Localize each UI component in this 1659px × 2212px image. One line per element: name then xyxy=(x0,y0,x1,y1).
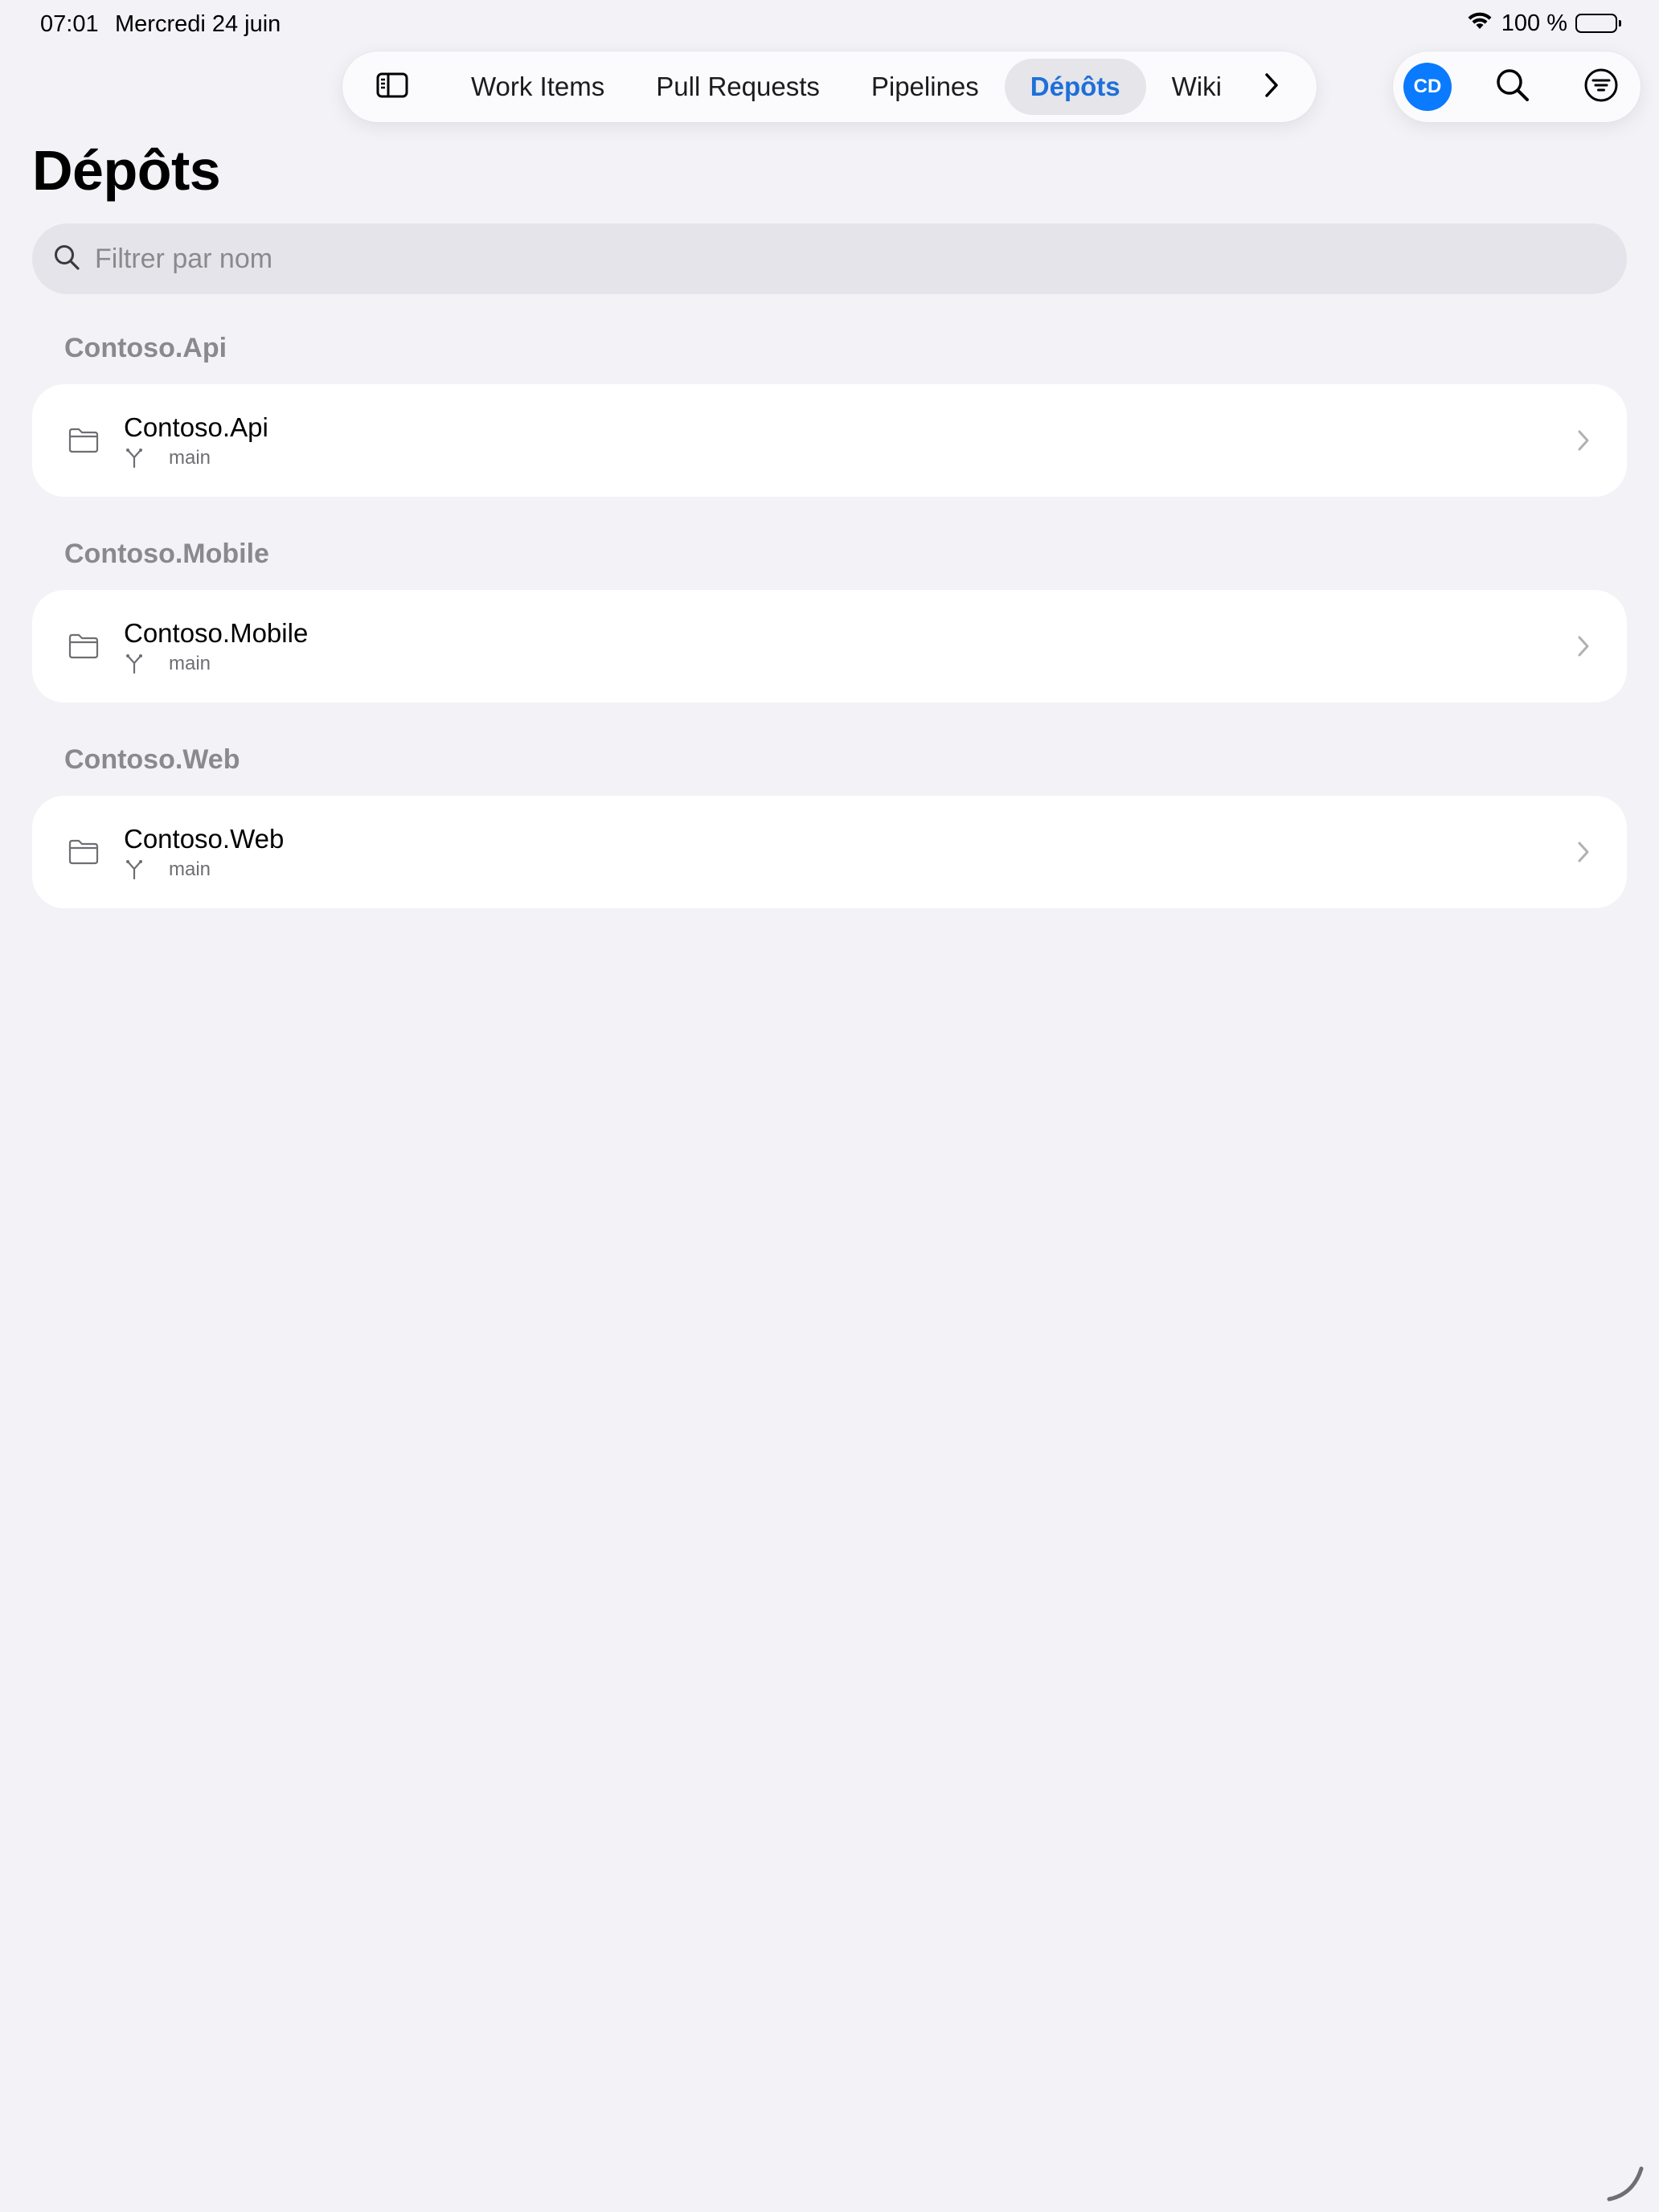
folder-icon xyxy=(68,630,100,662)
battery-icon xyxy=(1575,14,1621,33)
status-indicators: 100 % xyxy=(1466,10,1621,37)
repo-info: Contoso.Mobile main xyxy=(124,617,308,675)
sidebar-icon xyxy=(376,72,408,102)
branch-name: main xyxy=(169,653,211,674)
repo-info: Contoso.Web main xyxy=(124,823,284,881)
repo-branch: main xyxy=(124,858,284,881)
branch-icon xyxy=(124,653,145,674)
repo-info: Contoso.Api main xyxy=(124,412,268,469)
section-header-contoso-web: Contoso.Web xyxy=(64,744,240,775)
more-tabs-button[interactable] xyxy=(1251,61,1292,113)
sidebar-toggle-button[interactable] xyxy=(357,61,428,113)
filter-button[interactable] xyxy=(1573,59,1629,115)
search-icon xyxy=(53,244,80,275)
repo-branch: main xyxy=(124,447,268,469)
chevron-right-icon xyxy=(1572,424,1595,457)
avatar[interactable]: CD xyxy=(1403,63,1452,111)
tab-work-items[interactable]: Work Items xyxy=(445,59,630,115)
repo-row-contoso-api[interactable]: Contoso.Api main xyxy=(32,384,1627,497)
repo-row-contoso-web[interactable]: Contoso.Web main xyxy=(32,796,1627,908)
tab-wiki[interactable]: Wiki xyxy=(1146,59,1247,115)
branch-name: main xyxy=(169,858,211,880)
app-window: 07:01 Mercredi 24 juin 100 % Work Items … xyxy=(0,0,1659,2212)
folder-icon xyxy=(68,424,100,457)
repo-branch: main xyxy=(124,653,308,675)
status-date: Mercredi 24 juin xyxy=(115,11,281,37)
top-actions-bar: CD xyxy=(1393,51,1641,122)
repo-name: Contoso.Web xyxy=(124,824,285,854)
tab-pull-requests[interactable]: Pull Requests xyxy=(630,59,846,115)
chevron-right-icon xyxy=(1572,836,1595,868)
search-button[interactable] xyxy=(1485,59,1541,115)
battery-percentage: 100 % xyxy=(1501,10,1567,36)
branch-icon xyxy=(124,859,145,880)
search-bar[interactable] xyxy=(32,223,1627,294)
branch-name: main xyxy=(169,447,211,469)
repo-name: Contoso.Api xyxy=(124,412,268,442)
section-header-contoso-api: Contoso.Api xyxy=(64,333,227,363)
status-time: 07:01 xyxy=(40,11,99,37)
page-title: Dépôts xyxy=(32,139,221,202)
wifi-icon xyxy=(1466,10,1493,37)
filter-icon xyxy=(1583,68,1619,107)
repo-row-contoso-mobile[interactable]: Contoso.Mobile main xyxy=(32,590,1627,703)
search-icon xyxy=(1495,68,1530,107)
branch-icon xyxy=(124,448,145,469)
chevron-right-icon xyxy=(1264,72,1280,102)
top-tab-bar: Work Items Pull Requests Pipelines Dépôt… xyxy=(342,51,1317,122)
chevron-right-icon xyxy=(1572,630,1595,662)
folder-icon xyxy=(68,836,100,868)
tab-pipelines[interactable]: Pipelines xyxy=(846,59,1005,115)
repo-name: Contoso.Mobile xyxy=(124,618,309,648)
resize-corner-icon[interactable] xyxy=(1604,2162,1646,2204)
tab-depots[interactable]: Dépôts xyxy=(1004,59,1146,115)
section-header-contoso-mobile: Contoso.Mobile xyxy=(64,539,269,569)
search-input[interactable] xyxy=(95,243,1542,275)
